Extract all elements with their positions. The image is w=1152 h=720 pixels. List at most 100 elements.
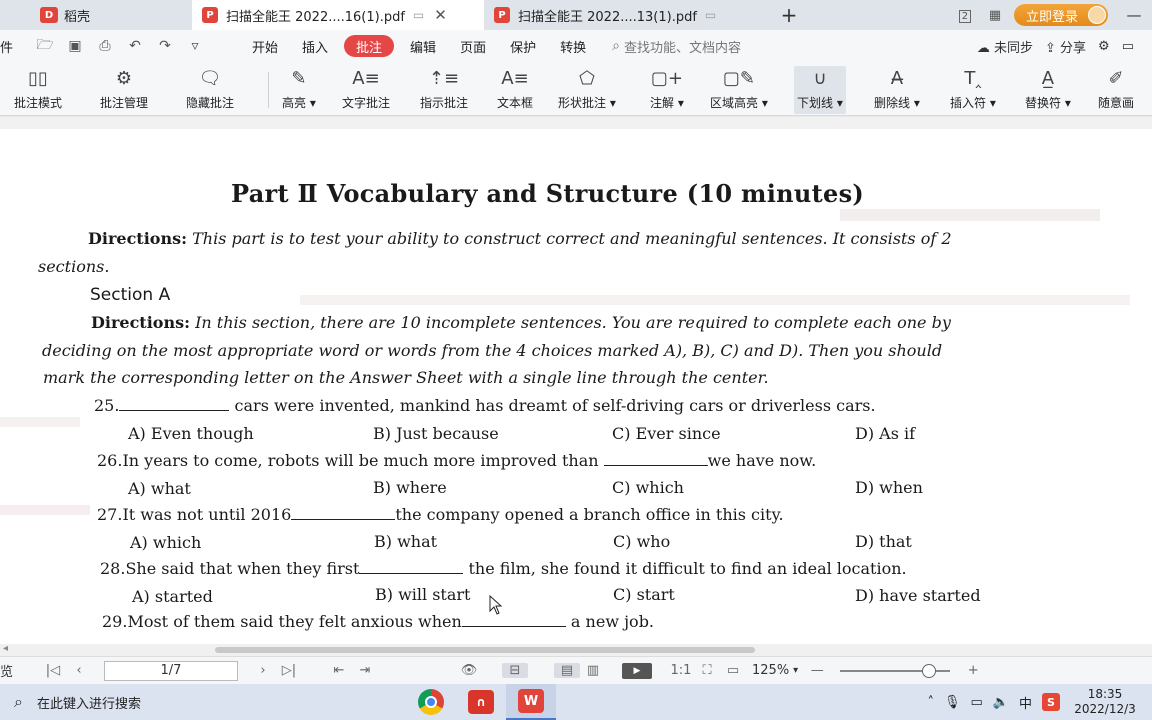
next-page-icon[interactable]: › [250,663,276,678]
q28-option-a: A) started [132,587,213,606]
chrome-app-icon[interactable] [406,684,456,720]
print-icon[interactable]: ⎙ [90,38,120,54]
ime-indicator[interactable]: 中 [1019,693,1032,712]
sogou-input-icon[interactable]: S [1042,693,1060,711]
fit-width-icon[interactable]: ▭ [720,663,746,678]
menu-start[interactable]: 开始 [240,35,290,57]
page-number-input[interactable]: 1/7 [104,660,238,681]
avatar [1088,6,1106,24]
multi-window-icon[interactable]: 2 [950,8,980,23]
menu-insert[interactable]: 插入 [290,35,340,57]
zoom-dropdown-icon[interactable]: ▾ [793,665,798,676]
pointer-annotation-button[interactable]: ⇡≡ 指示批注 [420,66,468,114]
settings-icon[interactable]: ⚙ [1098,39,1110,54]
redo-icon[interactable]: ↷ [150,38,180,54]
annotation-manage-button[interactable]: ⚙ 批注管理 [100,66,148,114]
forward-icon[interactable]: ⇥ [352,663,378,678]
highlight-button[interactable]: ✎ 高亮 ▾ [282,66,316,114]
scrollbar-thumb[interactable] [215,647,755,653]
last-page-icon[interactable]: ▷| [276,663,302,678]
underline-button[interactable]: ∪ 下划线 ▾ [794,66,846,114]
feedback-icon[interactable]: ▭ [1122,39,1134,54]
cloud-icon: ☁ [976,40,994,56]
eye-mode-icon[interactable]: 👁 [456,663,482,678]
volume-icon[interactable]: 🔈 [993,695,1009,710]
tray-expand-icon[interactable]: ˄ [927,695,934,710]
open-folder-icon[interactable]: 🗁 [30,34,60,58]
sync-status[interactable]: ☁ 未同步 [977,37,1033,56]
pdf-icon: P [202,7,218,23]
file-menu[interactable]: 件 [0,37,30,56]
tab-float-icon[interactable]: ▭ [413,8,424,22]
zoom-slider[interactable] [840,663,951,678]
zoom-level[interactable]: 125% [752,663,789,678]
actual-size-icon[interactable]: 1:1 [668,663,694,678]
q28-option-b: B) will start [375,585,471,604]
annotation-mode-button[interactable]: ▯▯ 批注模式 [14,66,62,114]
answer-blank [359,560,464,574]
tab-active-pdf[interactable]: P 扫描全能王 2022....16(1).pdf ▭ ✕ [192,0,484,30]
first-page-icon[interactable]: |◁ [40,663,66,678]
text-annotation-button[interactable]: A≡ 文字批注 [342,66,390,114]
share-button[interactable]: ⇪ 分享 [1045,37,1086,56]
search-input[interactable]: 查找功能、文档内容 [624,37,741,56]
shape-annotation-button[interactable]: ⬠ 形状批注 ▾ [558,66,616,114]
wps-pdf-app-icon[interactable]: ∩ [456,684,506,720]
minimize-icon[interactable]: — [1116,6,1152,24]
taskbar-search-input[interactable]: 在此键入进行搜索 [37,693,141,712]
login-button[interactable]: 立即登录 [1013,4,1108,26]
scroll-left-icon[interactable]: ◂ [3,643,8,654]
ribbon-label: 区域高亮 ▾ [710,96,768,110]
taskbar-search[interactable]: ⌕ 在此键入进行搜索 [0,684,390,720]
horizontal-scrollbar[interactable]: ◂ [0,643,1152,656]
ribbon-label: 高亮 ▾ [282,96,316,110]
new-tab-button[interactable]: + [774,3,804,27]
textbox-button[interactable]: A≡ 文本框 [497,66,533,114]
q26-option-b: B) where [373,478,447,497]
grid-apps-icon[interactable]: ▦ [980,8,1010,23]
more-dropdown-icon[interactable]: ▿ [180,38,210,54]
menu-annotate[interactable]: 批注 [344,35,395,57]
insert-caret-button[interactable]: T‸ 插入符 ▾ [950,66,996,114]
continuous-page-icon[interactable]: ▤ [554,663,580,678]
tab-float-icon[interactable]: ▭ [705,8,716,22]
fit-page-icon[interactable]: ⛶ [694,663,720,678]
play-icon[interactable]: ▶ [622,662,652,679]
zoom-in-icon[interactable]: + [960,663,986,678]
annotation-manage-icon: ⚙ [115,67,133,89]
close-tab-icon[interactable]: ✕ [434,6,447,24]
directions-2-line-2: deciding on the most appropriate word or… [42,341,943,360]
document-viewer[interactable]: Part Ⅱ Vocabulary and Structure (10 minu… [0,117,1152,644]
two-page-icon[interactable]: ▥ [580,663,606,678]
tab-home[interactable]: D 稻壳 [0,0,170,30]
search-box[interactable]: ⌕ 查找功能、文档内容 [612,37,741,56]
back-icon[interactable]: ⇤ [326,663,352,678]
menu-edit[interactable]: 编辑 [398,35,448,57]
menu-page[interactable]: 页面 [448,35,498,57]
zoom-slider-knob[interactable] [922,663,937,678]
save-icon[interactable]: ▣ [60,38,90,54]
area-highlight-button[interactable]: ▢✎ 区域高亮 ▾ [710,66,768,114]
clock[interactable]: 18:35 2022/12/3 [1070,687,1140,717]
hide-annotation-button[interactable]: 🗨 隐藏批注 [186,66,234,114]
windows-taskbar: ⌕ 在此键入进行搜索 ∩ W ˄ 🎙 ▭ 🔈 中 S 18:35 2022/12… [0,684,1152,720]
strikethrough-button[interactable]: A̶ 删除线 ▾ [874,66,920,114]
freehand-button[interactable]: ✐ 随意画 [1098,66,1134,114]
note-button[interactable]: ▢+ 注解 ▾ [650,66,684,114]
textbox-icon: A≡ [501,67,529,89]
menu-convert[interactable]: 转换 [548,35,598,57]
shape-annotation-icon: ⬠ [579,67,595,89]
undo-icon[interactable]: ↶ [120,38,150,54]
wps-office-app-icon[interactable]: W [506,684,556,720]
zoom-out-icon[interactable]: — [804,663,830,678]
network-icon[interactable]: ▭ [971,695,983,710]
q26-option-d: D) when [855,478,923,497]
single-page-icon[interactable]: ⊟ [502,663,528,678]
question-text: 28.She said that when they first [100,559,360,578]
prev-page-icon[interactable]: ‹ [66,663,92,678]
microphone-icon[interactable]: 🎙 [944,695,961,710]
menu-protect[interactable]: 保护 [498,35,548,57]
window-controls: 2 ▦ 立即登录 — [950,0,1152,30]
replace-button[interactable]: A̲ 替换符 ▾ [1025,66,1071,114]
tab-other-pdf[interactable]: P 扫描全能王 2022....13(1).pdf ▭ [484,0,774,30]
